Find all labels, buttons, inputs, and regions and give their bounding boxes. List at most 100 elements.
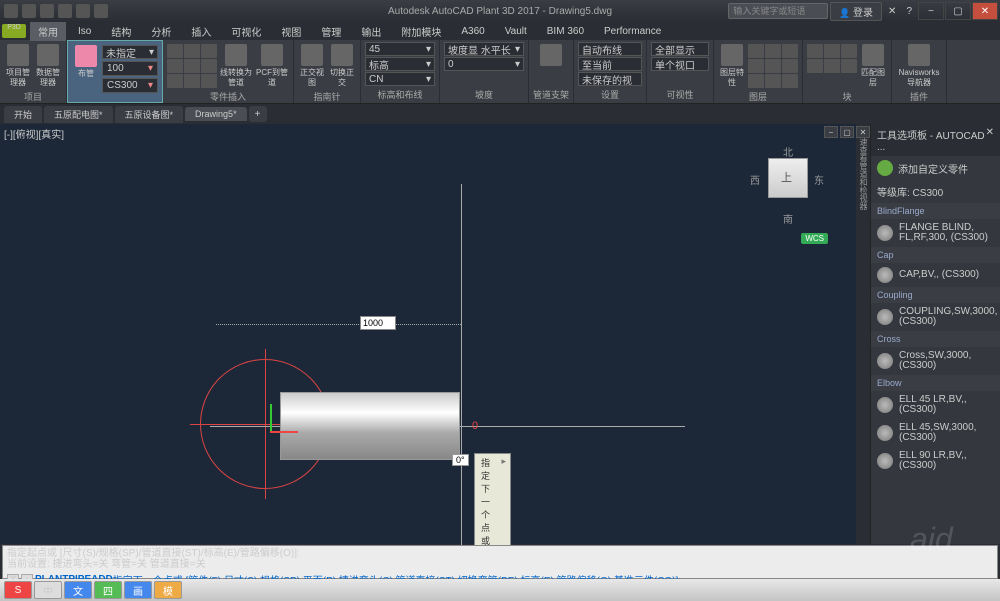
doc-tab-1[interactable]: 五原配电图* — [44, 106, 113, 123]
angle-badge: 0° — [452, 454, 469, 466]
item-coupling[interactable]: COUPLING,SW,3000, (CS300) — [871, 303, 1000, 331]
close-button[interactable]: ✕ — [972, 2, 998, 20]
layer-tools-grid[interactable] — [748, 44, 798, 88]
wcs-badge[interactable]: WCS — [801, 233, 828, 244]
tab-home[interactable]: 常用 — [30, 22, 66, 41]
item-elbow-90lr[interactable]: ELL 90 LR,BV,, (CS300) — [871, 447, 1000, 475]
viewcube-cube[interactable] — [768, 158, 808, 198]
taskbar-btn-draw[interactable]: 画 — [124, 581, 152, 599]
maximize-button[interactable]: ▢ — [945, 2, 971, 20]
doc-tab-3[interactable]: Drawing5* — [185, 107, 247, 121]
data-manager-button[interactable]: 数据管理器 — [34, 42, 62, 90]
add-doc-tab-button[interactable]: + — [249, 106, 267, 122]
panel-project: 项目管理器 数据管理器 项目 — [0, 40, 67, 103]
item-cap[interactable]: CAP,BV,, (CS300) — [871, 263, 1000, 287]
slope-display-dropdown[interactable]: 坡度显 水平长▾ — [444, 42, 524, 56]
block-tools-grid[interactable] — [807, 44, 857, 88]
tab-bim360[interactable]: BIM 360 — [539, 24, 592, 39]
to-current-dropdown[interactable]: 至当前 — [578, 57, 642, 71]
pipe-support-button[interactable] — [537, 42, 565, 70]
taskbar-btn-text[interactable]: 文 — [64, 581, 92, 599]
item-elbow-45lr[interactable]: ELL 45 LR,BV,, (CS300) — [871, 391, 1000, 419]
line-to-pipe-button[interactable]: 线转换为管道 — [219, 42, 253, 90]
palette-side-tabs[interactable]: 快速查看管道和检视器 — [856, 124, 870, 544]
toggle-ortho-button[interactable]: 切换正交 — [328, 42, 356, 90]
viewport-minimize-button[interactable]: − — [824, 126, 838, 138]
navisworks-button[interactable]: Navisworks 导航器 — [896, 42, 942, 90]
viewport-maximize-button[interactable]: ▢ — [840, 126, 854, 138]
section-cross[interactable]: Cross — [871, 331, 1000, 347]
spec-dropdown[interactable]: CS300▾ — [102, 78, 158, 93]
viewcube[interactable]: 北 西 东 南 WCS — [748, 144, 828, 234]
cmd-history-2: 当前设置: 捷进弯头=关 弯管=关 管道直接=关 — [7, 559, 993, 570]
show-all-dropdown[interactable]: 全部显示 — [651, 42, 709, 56]
login-button[interactable]: 👤 登录 — [830, 2, 882, 21]
project-manager-button[interactable]: 项目管理器 — [4, 42, 32, 90]
taskbar-btn-s[interactable]: S — [4, 581, 32, 599]
tab-structure[interactable]: 结构 — [103, 22, 139, 41]
unspecified-dropdown[interactable]: 未指定▾ — [102, 45, 158, 59]
angle-dropdown[interactable]: 45▾ — [365, 42, 435, 56]
exchange-icon[interactable]: ✕ — [884, 6, 900, 17]
tab-vault[interactable]: Vault — [497, 24, 535, 39]
ortho-view-button[interactable]: 正交视图 — [298, 42, 326, 90]
qat-open-icon[interactable] — [22, 4, 36, 18]
match-layer-button[interactable]: 匹配图层 — [859, 42, 887, 90]
qat-redo-icon[interactable] — [76, 4, 90, 18]
size-dropdown[interactable]: 100▾ — [102, 61, 158, 76]
pcf-to-pipe-button[interactable]: PCF到管道 — [255, 42, 289, 90]
taskbar-btn-mode[interactable]: 模 — [154, 581, 182, 599]
dimension-line — [216, 324, 461, 325]
view-label[interactable]: [-][俯视][真实] — [4, 130, 64, 141]
taskbar-btn-4[interactable]: 四 — [94, 581, 122, 599]
section-cap[interactable]: Cap — [871, 247, 1000, 263]
tab-iso[interactable]: Iso — [70, 24, 99, 39]
help-icon[interactable]: ? — [902, 6, 916, 17]
command-bar[interactable]: 指定起点或 [尺寸(S)/规格(SP)/管道直接(ST)/标高(E)/管路偏移(… — [2, 545, 998, 579]
palette-close-icon[interactable]: ✕ — [986, 127, 994, 153]
qat-print-icon[interactable] — [94, 4, 108, 18]
drawing-canvas[interactable]: [-][俯视][真实] − ▢ ✕ 北 西 东 南 WCS 0 — [0, 124, 856, 544]
elevation-dropdown[interactable]: 标高▾ — [365, 57, 435, 71]
dimension-input[interactable] — [360, 316, 396, 330]
tab-view[interactable]: 视图 — [273, 22, 309, 41]
tab-analysis[interactable]: 分析 — [143, 22, 179, 41]
layer-properties-button[interactable]: 图层特性 — [718, 42, 746, 90]
item-flange-blind[interactable]: FLANGE BLIND, FL,RF,300, (CS300) — [871, 219, 1000, 247]
auto-route-dropdown[interactable]: 自动布线 — [578, 42, 642, 56]
pipe-segment[interactable] — [280, 392, 460, 460]
help-search-input[interactable]: 输入关键字或短语 — [728, 3, 828, 19]
panel-compass: 正交视图 切换正交 指南针 — [294, 40, 361, 103]
panel-block: 匹配图层 块 — [803, 40, 892, 103]
section-blindflange[interactable]: BlindFlange — [871, 203, 1000, 219]
section-elbow[interactable]: Elbow — [871, 375, 1000, 391]
os-taskbar: S 中 文 四 画 模 — [0, 579, 1000, 601]
unsaved-view-dropdown[interactable]: 未保存的视 — [578, 72, 642, 86]
minimize-button[interactable]: − — [918, 2, 944, 20]
app-icon — [4, 4, 18, 18]
tab-insert[interactable]: 插入 — [183, 22, 219, 41]
slope-angle-dropdown[interactable]: 0▾ — [444, 57, 524, 71]
section-coupling[interactable]: Coupling — [871, 287, 1000, 303]
tab-output[interactable]: 输出 — [353, 22, 389, 41]
app-menu-button[interactable]: P3D — [2, 24, 26, 38]
item-cross[interactable]: Cross,SW,3000, (CS300) — [871, 347, 1000, 375]
cn-dropdown[interactable]: CN▾ — [365, 72, 435, 86]
route-pipe-button[interactable]: 布管 — [72, 43, 100, 81]
tab-addins[interactable]: 附加模块 — [393, 22, 449, 41]
doc-tab-2[interactable]: 五原设备图* — [115, 106, 184, 123]
qat-undo-icon[interactable] — [58, 4, 72, 18]
tab-performance[interactable]: Performance — [596, 24, 669, 39]
taskbar-btn-cn[interactable]: 中 — [34, 581, 62, 599]
single-viewport-dropdown[interactable]: 单个视口 — [651, 57, 709, 71]
tab-visualize[interactable]: 可视化 — [223, 22, 269, 41]
qat-save-icon[interactable] — [40, 4, 54, 18]
viewport-close-button[interactable]: ✕ — [856, 126, 870, 138]
doc-tab-start[interactable]: 开始 — [4, 106, 42, 123]
tab-manage[interactable]: 管理 — [313, 22, 349, 41]
part-grid[interactable] — [167, 44, 217, 88]
tab-a360[interactable]: A360 — [453, 24, 492, 39]
add-custom-part-button[interactable]: 添加自定义零件 — [871, 156, 1000, 180]
item-elbow-45sw[interactable]: ELL 45,SW,3000, (CS300) — [871, 419, 1000, 447]
panel-slope: 坡度显 水平长▾ 0▾ 坡度 — [440, 40, 529, 103]
